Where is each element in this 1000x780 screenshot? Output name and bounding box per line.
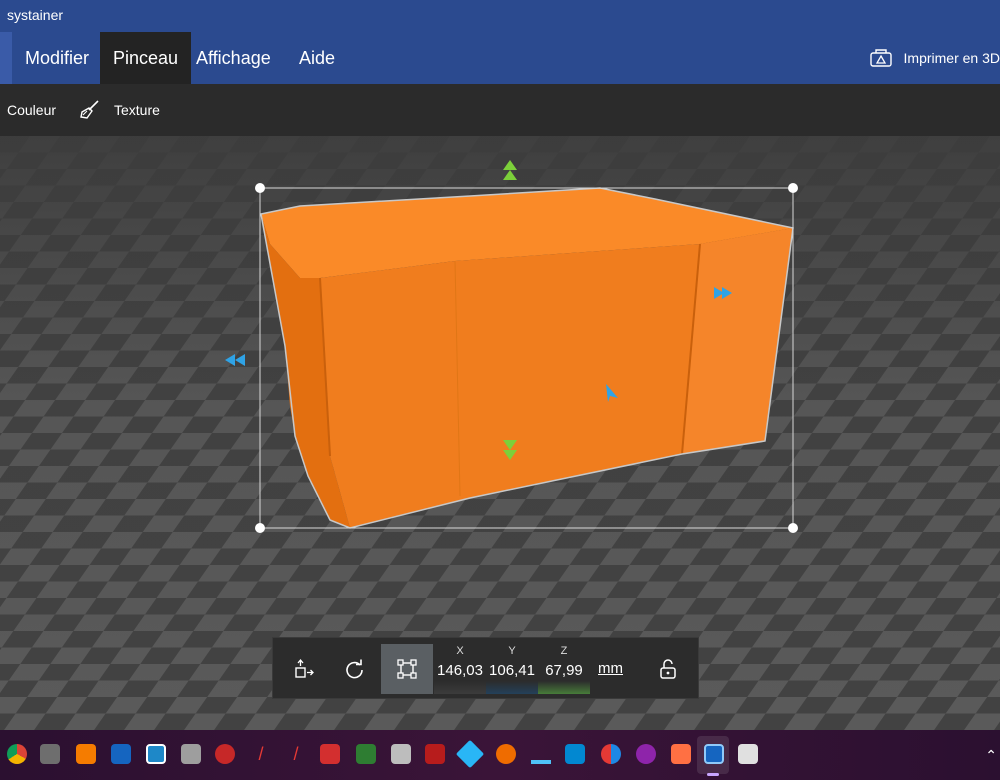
rotate-button[interactable] — [329, 644, 379, 694]
kodi-icon[interactable] — [455, 739, 485, 769]
color-button[interactable]: Couleur — [7, 84, 56, 136]
scale-handle-bottom-left[interactable] — [255, 523, 265, 533]
store-icon[interactable] — [671, 744, 691, 764]
printer-icon[interactable] — [391, 744, 411, 764]
transform-panel: X 146,03 Y 106,41 Z 67,99 mm — [272, 637, 699, 699]
music-icon[interactable] — [636, 744, 656, 764]
sketchup-icon[interactable] — [111, 744, 131, 764]
texture-button[interactable]: Texture — [78, 84, 160, 136]
kdenlive-icon[interactable] — [146, 744, 166, 764]
unlock-icon — [660, 659, 676, 679]
scale-button[interactable] — [381, 644, 433, 694]
y-label: Y — [508, 645, 516, 657]
unit-selector[interactable]: mm — [598, 660, 623, 677]
scale-handle-top-left[interactable] — [255, 183, 265, 193]
x-axis-bar — [434, 681, 486, 694]
move-to-floor-icon — [295, 658, 314, 678]
z-coordinate-field[interactable]: Z 67,99 — [538, 644, 590, 694]
printer-3d-icon — [869, 49, 892, 67]
title-bar: systainer — [0, 0, 1000, 32]
taskbar: / / ⌃ — [0, 730, 1000, 780]
dolphin-icon[interactable] — [531, 744, 551, 764]
scale-handle-top-right[interactable] — [788, 183, 798, 193]
rotate-icon — [346, 659, 363, 679]
scale-icon — [397, 659, 417, 679]
y-coordinate-field[interactable]: Y 106,41 — [486, 644, 538, 694]
remote-desktop-icon[interactable] — [738, 744, 758, 764]
brush-toolbar: Couleur Texture — [0, 84, 1000, 136]
scale-handle-bottom-right[interactable] — [788, 523, 798, 533]
print-3d-button[interactable]: Imprimer en 3D — [869, 32, 1000, 84]
menu-left-strip — [0, 32, 12, 84]
chevron-up-icon[interactable]: ⌃ — [985, 747, 997, 764]
tab-aide[interactable]: Aide — [286, 32, 348, 84]
z-value: 67,99 — [545, 662, 583, 679]
fusion-icon[interactable] — [76, 744, 96, 764]
move-to-floor-button[interactable] — [279, 644, 329, 694]
x-value: 146,03 — [437, 662, 483, 679]
x-coordinate-field[interactable]: X 146,03 — [434, 644, 486, 694]
x-label: X — [456, 645, 464, 657]
cura-icon[interactable] — [565, 744, 585, 764]
y-value: 106,41 — [489, 662, 535, 679]
y-axis-bar — [486, 681, 538, 694]
tab-affichage[interactable]: Affichage — [183, 32, 284, 84]
window-title: systainer — [7, 7, 64, 23]
3d-builder-icon[interactable] — [704, 744, 724, 764]
pdf-red-icon[interactable]: / — [251, 744, 271, 764]
lock-button[interactable] — [643, 644, 693, 694]
chrome-icon[interactable] — [7, 744, 27, 764]
tool-red-icon[interactable] — [215, 744, 235, 764]
file-manager-icon[interactable] — [181, 744, 201, 764]
print-3d-label: Imprimer en 3D — [903, 50, 1000, 66]
taskbar-active-indicator — [707, 773, 719, 776]
z-axis-bar — [538, 681, 590, 694]
brush-icon — [80, 100, 99, 119]
mixer-icon[interactable] — [601, 744, 621, 764]
tab-modifier[interactable]: Modifier — [12, 32, 102, 84]
filezilla-icon[interactable] — [425, 744, 445, 764]
gimp-icon[interactable] — [40, 744, 60, 764]
texture-label: Texture — [114, 102, 160, 118]
tab-pinceau[interactable]: Pinceau — [100, 32, 192, 84]
spreadsheet-icon[interactable] — [356, 744, 376, 764]
pdf-dark-icon[interactable]: / — [286, 744, 306, 764]
color-label: Couleur — [7, 102, 57, 118]
z-label: Z — [560, 645, 568, 657]
ubuntu-icon[interactable] — [496, 744, 516, 764]
acrobat-icon[interactable] — [320, 744, 340, 764]
menu-bar: Modifier Pinceau Affichage Aide Imprimer… — [0, 32, 1000, 84]
